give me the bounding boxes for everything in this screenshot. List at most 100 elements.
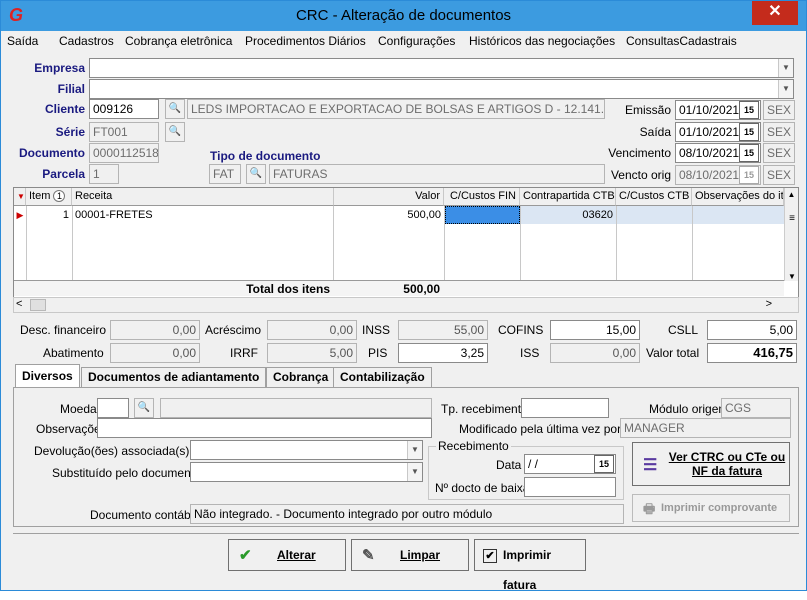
alterar-button[interactable]: ✔ Alterar [228,539,346,571]
data-input[interactable]: / /15 [524,454,616,474]
tab-documentos-adiantamento[interactable]: Documentos de adiantamento [81,367,267,387]
devolucao-select[interactable]: ▼ [190,440,423,460]
emissao-label: Emissão [624,103,671,117]
scroll-left-icon[interactable]: < [16,298,22,310]
csll-field[interactable]: 5,00 [707,320,797,340]
binoculars-icon[interactable]: 🔍 [246,164,266,184]
observacoes-input[interactable] [97,418,432,438]
col-item[interactable]: Item 1 [26,188,72,206]
iss-field: 0,00 [550,343,640,363]
footer-divider [13,533,799,534]
cell-valor[interactable]: 500,00 [334,206,444,224]
tab-contabilizacao[interactable]: Contabilização [333,367,432,387]
inss-label: INSS [362,323,391,337]
scroll-right-icon[interactable]: > [766,298,772,310]
saida-label: Saída [639,125,671,139]
col-valor[interactable]: Valor [334,188,444,206]
modificado-label: Modificado pela última vez por [459,422,622,436]
items-grid[interactable]: ▼ Item 1 Receita▰ Valor C/Custos FIN Con… [13,187,799,298]
pis-field[interactable]: 3,25 [398,343,488,363]
cell-cc-fin[interactable] [445,206,520,224]
tab-cobranca[interactable]: Cobrança [266,367,336,387]
menu-saida[interactable]: Saída [7,34,38,48]
scroll-up-icon[interactable]: ▲ [785,188,798,202]
empresa-label: Empresa [34,61,85,75]
vencto-orig-day: SEX [763,165,795,185]
grid-vscrollbar[interactable]: ▲ ≡ ▼ [784,188,798,281]
saida-input[interactable]: 01/10/2021 15 [675,122,761,142]
moeda-label: Moeda [60,402,97,416]
menu-configuracoes[interactable]: Configurações [378,34,455,48]
irrf-field: 5,00 [267,343,357,363]
col-receita[interactable]: Receita▰ [72,188,334,206]
tp-recebimento-input[interactable] [521,398,609,418]
limpar-button[interactable]: ✎ Limpar [351,539,469,571]
cell-item[interactable]: 1 [26,206,72,224]
col-observacoes[interactable]: Observações do ite [692,188,784,206]
menu-cobranca-eletronica[interactable]: Cobrança eletrônica [125,34,232,48]
menu-historicos[interactable]: Históricos das negociações [469,34,615,48]
parcela-field: 1 [89,164,119,184]
moeda-input[interactable] [97,398,129,418]
menu-cadastros[interactable]: Cadastros [59,34,114,48]
sort-badge: 1 [53,190,66,202]
main-window: G CRC - Alteração de documentos ✕ Saída … [0,0,807,592]
calendar-icon: 15 [739,166,759,184]
saida-day: SEX [763,122,795,142]
modulo-origem-label: Módulo origem [649,402,729,416]
total-label: Total dos itens [246,282,330,296]
cell-obs[interactable] [693,206,784,224]
devolucao-label: Devolução(ões) associada(s) [34,444,190,458]
tipo-documento-label: Tipo de documento [210,149,321,163]
cell-cc-ctb[interactable] [617,206,692,224]
menu-consultas-cadastrais[interactable]: ConsultasCadastrais [626,34,737,48]
col-cc-ctb[interactable]: C/Custos CTB [616,188,692,206]
menu-procedimentos-diarios[interactable]: Procedimentos Diários [245,34,366,48]
valor-total-field: 416,75 [707,343,797,363]
imprimir-fatura-label: Imprimir fatura [503,548,552,592]
calendar-icon[interactable]: 15 [594,455,614,473]
empresa-select[interactable]: ▼ [89,58,794,78]
tab-diversos[interactable]: Diversos [15,364,80,388]
title-bar: G CRC - Alteração de documentos ✕ [1,1,806,31]
grid-hscrollbar[interactable]: < > [13,297,799,313]
abatimento-label: Abatimento [43,346,104,360]
irrf-label: IRRF [230,346,258,360]
col-contrapartida-ctb[interactable]: Contrapartida CTB [520,188,616,206]
binoculars-icon[interactable]: 🔍 [134,398,154,418]
list-icon: ☰ [643,457,658,474]
close-button[interactable]: ✕ [752,1,798,25]
current-row-icon: ▶ [16,210,24,220]
ver-ctrc-button[interactable]: ☰ Ver CTRC ou CTe ou NF da fatura [632,442,790,486]
filial-select[interactable]: ▼ [89,79,794,99]
calendar-icon[interactable]: 15 [739,144,759,162]
recebimento-group-label: Recebimento [436,439,511,453]
imprimir-comprovante-label: Imprimir comprovante [661,502,778,514]
emissao-input[interactable]: 01/10/2021 15 [675,100,761,120]
binoculars-icon[interactable]: 🔍 [165,99,185,119]
imprimir-fatura-button[interactable]: ✔ Imprimir fatura [474,539,586,592]
cliente-label: Cliente [44,102,85,116]
tipo-code-field: FAT [209,164,241,184]
cell-receita[interactable]: 00001-FRETES [72,206,332,224]
calendar-icon[interactable]: 15 [739,101,759,119]
docto-baixa-label: Nº docto de baixa [435,481,530,495]
filial-label: Filial [57,82,85,96]
binoculars-icon[interactable]: 🔍 [165,122,185,142]
imprimir-comprovante-button[interactable]: 🖶 Imprimir comprovante [632,494,790,522]
scroll-down-icon[interactable]: ▼ [785,272,799,281]
hscroll-thumb[interactable] [30,299,46,311]
docto-baixa-input[interactable] [524,477,616,497]
substituido-select[interactable]: ▼ [190,462,423,482]
cofins-field[interactable]: 15,00 [550,320,640,340]
cliente-code-input[interactable]: 009126 [89,99,159,119]
scroll-thumb[interactable]: ≡ [786,213,798,227]
chevron-down-icon: ▼ [407,441,422,459]
moeda-name-field [160,398,432,418]
vencto-orig-label: Vencto orig [610,168,671,182]
col-cc-fin[interactable]: C/Custos FIN [444,188,520,206]
cofins-label: COFINS [498,323,544,337]
vencimento-input[interactable]: 08/10/2021 15 [675,143,761,163]
calendar-icon[interactable]: 15 [739,123,759,141]
cell-contrapartida[interactable]: 03620 [521,206,616,224]
